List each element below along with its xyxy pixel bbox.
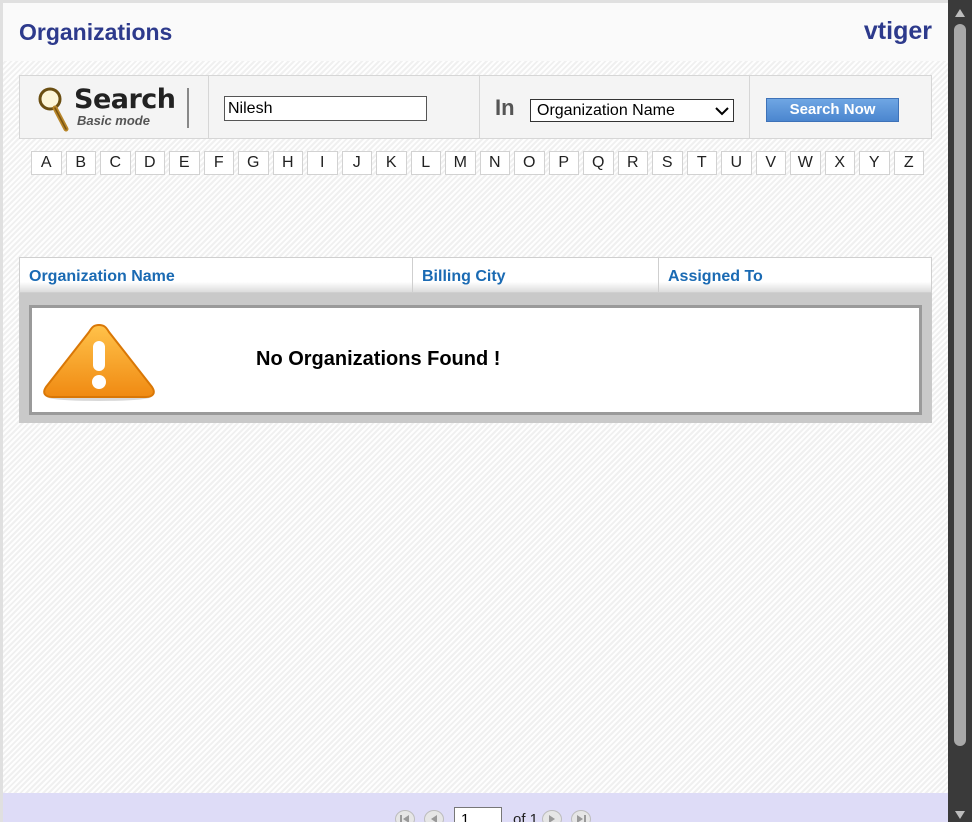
alpha-filter-q[interactable]: Q bbox=[583, 151, 614, 175]
divider bbox=[250, 412, 902, 414]
results-table: Organization Name Billing City Assigned … bbox=[19, 257, 932, 423]
previous-page-icon[interactable] bbox=[424, 810, 444, 822]
scroll-down-icon[interactable] bbox=[954, 807, 966, 819]
alpha-filter-e[interactable]: E bbox=[169, 151, 200, 175]
alpha-filter-i[interactable]: I bbox=[307, 151, 338, 175]
scroll-up-icon[interactable] bbox=[954, 5, 966, 17]
alpha-filter-o[interactable]: O bbox=[514, 151, 545, 175]
alpha-filter-u[interactable]: U bbox=[721, 151, 752, 175]
alpha-filter-j[interactable]: J bbox=[341, 151, 372, 175]
alpha-filter-h[interactable]: H bbox=[272, 151, 303, 175]
alpha-filter-y[interactable]: Y bbox=[859, 151, 890, 175]
search-logo: Search Basic mode bbox=[20, 76, 209, 138]
logo-divider bbox=[187, 88, 189, 128]
first-page-icon[interactable] bbox=[395, 810, 415, 822]
alpha-filter-b[interactable]: B bbox=[65, 151, 96, 175]
chevron-down-icon bbox=[715, 104, 729, 116]
pagination-bar: of 1 bbox=[3, 793, 948, 822]
alpha-filter-v[interactable]: V bbox=[755, 151, 786, 175]
alpha-filter-p[interactable]: P bbox=[548, 151, 579, 175]
table-header: Organization Name Billing City Assigned … bbox=[19, 257, 932, 293]
alpha-filter-z[interactable]: Z bbox=[893, 151, 924, 175]
alpha-filter-a[interactable]: A bbox=[31, 151, 62, 175]
vertical-scrollbar[interactable] bbox=[948, 0, 972, 822]
pager: of 1 bbox=[395, 807, 600, 822]
alpha-filter-l[interactable]: L bbox=[410, 151, 441, 175]
brand-name: vtiger bbox=[863, 17, 932, 45]
search-field-select[interactable]: Organization Name bbox=[530, 99, 734, 122]
alpha-filter-m[interactable]: M bbox=[445, 151, 476, 175]
search-button-cell: Search Now bbox=[750, 76, 931, 138]
alpha-filter-s[interactable]: S bbox=[652, 151, 683, 175]
search-field-value: Organization Name bbox=[537, 102, 675, 119]
search-field-cell: In Organization Name bbox=[480, 76, 750, 138]
magnifier-icon bbox=[36, 85, 70, 133]
alpha-filter-t[interactable]: T bbox=[686, 151, 717, 175]
alpha-filter-d[interactable]: D bbox=[134, 151, 165, 175]
empty-state: No Organizations Found ! bbox=[29, 305, 922, 415]
alphabet-filter: ABCDEFGHIJKLMNOPQRSTUVWXYZ bbox=[31, 151, 924, 175]
page-title: Organizations bbox=[19, 19, 173, 45]
alpha-filter-g[interactable]: G bbox=[238, 151, 269, 175]
page-count: of 1 bbox=[513, 810, 539, 822]
popup-page: Organizations vtiger Search Basic mode I… bbox=[0, 0, 948, 822]
next-page-icon[interactable] bbox=[542, 810, 563, 822]
alpha-filter-r[interactable]: R bbox=[617, 151, 648, 175]
warning-icon bbox=[40, 321, 158, 401]
in-label: In bbox=[495, 95, 515, 120]
header-bar: Organizations vtiger bbox=[3, 3, 948, 61]
search-logo-title: Search bbox=[74, 84, 176, 115]
search-logo-mode: Basic mode bbox=[77, 113, 150, 128]
page-number-input[interactable] bbox=[454, 807, 502, 822]
alpha-filter-f[interactable]: F bbox=[203, 151, 234, 175]
column-billing-city[interactable]: Billing City bbox=[413, 258, 659, 292]
last-page-icon[interactable] bbox=[571, 810, 592, 822]
alpha-filter-x[interactable]: X bbox=[824, 151, 855, 175]
search-bar: Search Basic mode In Organization Name S… bbox=[19, 75, 932, 139]
alpha-filter-k[interactable]: K bbox=[376, 151, 407, 175]
scroll-thumb[interactable] bbox=[954, 24, 966, 746]
alpha-filter-n[interactable]: N bbox=[479, 151, 510, 175]
empty-message: No Organizations Found ! bbox=[256, 348, 501, 370]
alpha-filter-w[interactable]: W bbox=[790, 151, 821, 175]
column-organization-name[interactable]: Organization Name bbox=[20, 258, 413, 292]
column-assigned-to[interactable]: Assigned To bbox=[659, 258, 931, 292]
alpha-filter-c[interactable]: C bbox=[100, 151, 131, 175]
search-now-button[interactable]: Search Now bbox=[766, 98, 899, 122]
search-input[interactable] bbox=[224, 96, 427, 121]
search-input-cell bbox=[209, 76, 480, 138]
